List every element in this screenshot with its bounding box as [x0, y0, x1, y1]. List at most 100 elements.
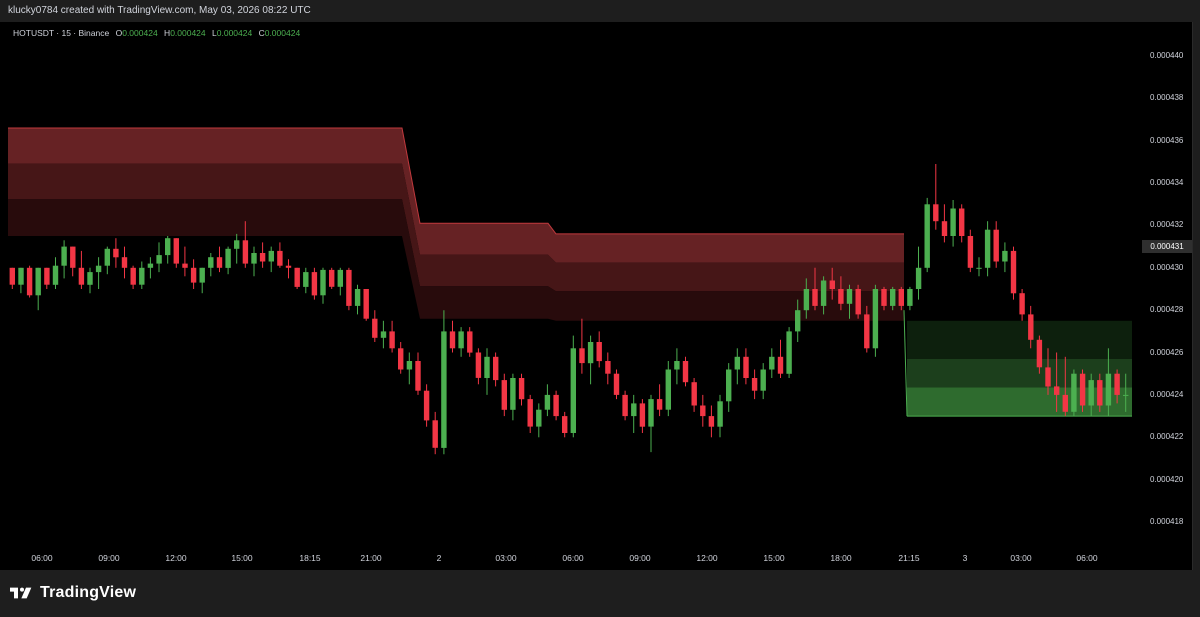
candle-body: [933, 204, 939, 222]
candle-body: [475, 352, 482, 378]
candle-body: [570, 348, 576, 433]
open-value: 0.000424: [122, 28, 158, 38]
chart-credit: klucky0784 created with TradingView.com,…: [8, 5, 311, 16]
time-tick-label: 18:15: [299, 553, 321, 563]
candle-body: [587, 342, 594, 364]
close-value: 0.000424: [264, 28, 301, 38]
candle-body: [915, 267, 922, 289]
candle-body: [812, 289, 818, 306]
candle-body: [1062, 394, 1068, 412]
candle-body: [1019, 293, 1025, 315]
candle-body: [294, 267, 300, 287]
candle-body: [329, 269, 335, 287]
candle-body: [510, 378, 516, 410]
candle-body: [1097, 380, 1103, 406]
candle-body: [156, 255, 162, 264]
price-plot[interactable]: [0, 22, 1192, 570]
candle-body: [984, 229, 991, 268]
candle-body: [562, 416, 568, 433]
time-tick-label: 2: [436, 553, 442, 563]
candle-body: [726, 369, 732, 402]
candle-body: [389, 331, 395, 349]
candle-body: [458, 331, 464, 349]
time-tick-label: 03:00: [1010, 553, 1032, 563]
candle-body: [216, 257, 223, 268]
candle-body: [225, 248, 231, 268]
price-tick-label: 0.000436: [1150, 135, 1184, 145]
footer: [0, 570, 1200, 617]
price-tick-label: 0.000428: [1150, 305, 1184, 315]
candle-body: [268, 250, 274, 262]
time-tick-label: 09:00: [629, 553, 651, 563]
candle-body: [1088, 380, 1094, 406]
candle-body: [441, 331, 447, 448]
price-tick-label: 0.000424: [1150, 389, 1184, 399]
candle-body: [190, 267, 197, 283]
candle-body: [717, 401, 723, 427]
candle-body: [182, 263, 188, 268]
candle-body: [493, 356, 499, 381]
candle-body: [165, 238, 171, 256]
candle-body: [518, 378, 525, 400]
candle-body: [639, 403, 646, 427]
time-tick-label: 12:00: [165, 553, 187, 563]
candle-body: [527, 399, 533, 427]
candle-body: [234, 240, 240, 249]
candle-body: [242, 240, 249, 264]
candle-body: [743, 356, 749, 378]
tradingview-wordmark: TradingView: [40, 584, 137, 601]
candle-body: [449, 331, 456, 349]
candle-body: [898, 289, 904, 306]
candle-body: [9, 267, 15, 285]
candle-body: [18, 267, 24, 285]
candle-body: [139, 267, 145, 285]
candle-body: [674, 361, 680, 370]
candle-body: [734, 356, 740, 370]
candle-body: [1054, 386, 1060, 395]
candle-body: [104, 248, 110, 266]
high-value: 0.000424: [170, 28, 206, 38]
candle-body: [423, 390, 430, 421]
time-tick-label: 12:00: [696, 553, 718, 563]
candle-body: [682, 361, 689, 383]
candle-body: [26, 267, 33, 296]
time-tick-label: 3: [962, 553, 968, 563]
candle-body: [337, 269, 343, 287]
last-price-tag: 0.000431: [1142, 240, 1192, 253]
candle-body: [967, 236, 974, 268]
price-tick-label: 0.000426: [1150, 347, 1184, 357]
candle-body: [121, 257, 128, 268]
candle-body: [147, 263, 154, 268]
candle-body: [501, 380, 507, 410]
candle-body: [1045, 367, 1051, 387]
tradingview-brand[interactable]: TradingView: [10, 584, 136, 602]
candle-body: [320, 269, 326, 296]
candle-body: [751, 378, 758, 391]
tradingview-logo-icon: [10, 587, 32, 599]
candle-body: [605, 361, 611, 374]
candle-body: [52, 265, 59, 285]
candle-body: [777, 356, 784, 374]
time-tick-label: 15:00: [231, 553, 253, 563]
candle-body: [95, 265, 102, 273]
candle-body: [596, 342, 602, 362]
candle-body: [1123, 394, 1129, 396]
candle-body: [846, 289, 853, 304]
candle-body: [708, 416, 715, 427]
candle-body: [311, 272, 318, 296]
candle-body: [691, 382, 697, 406]
price-tick-label: 0.000432: [1150, 220, 1184, 230]
candle-body: [648, 399, 654, 427]
candle-body: [656, 399, 663, 410]
candle-body: [467, 331, 473, 353]
candle-body: [432, 420, 438, 448]
symbol-legend: HOTUSDT · 15 · Binance O0.000424 H0.0004…: [13, 28, 300, 38]
candle-body: [579, 348, 585, 364]
candle-body: [113, 248, 119, 258]
candle-body: [303, 272, 309, 287]
time-tick-label: 18:00: [830, 553, 852, 563]
candle-body: [380, 331, 387, 338]
candle-body: [173, 238, 179, 264]
symbol-label[interactable]: HOTUSDT · 15 · Binance: [13, 28, 109, 38]
candle-body: [829, 280, 835, 289]
